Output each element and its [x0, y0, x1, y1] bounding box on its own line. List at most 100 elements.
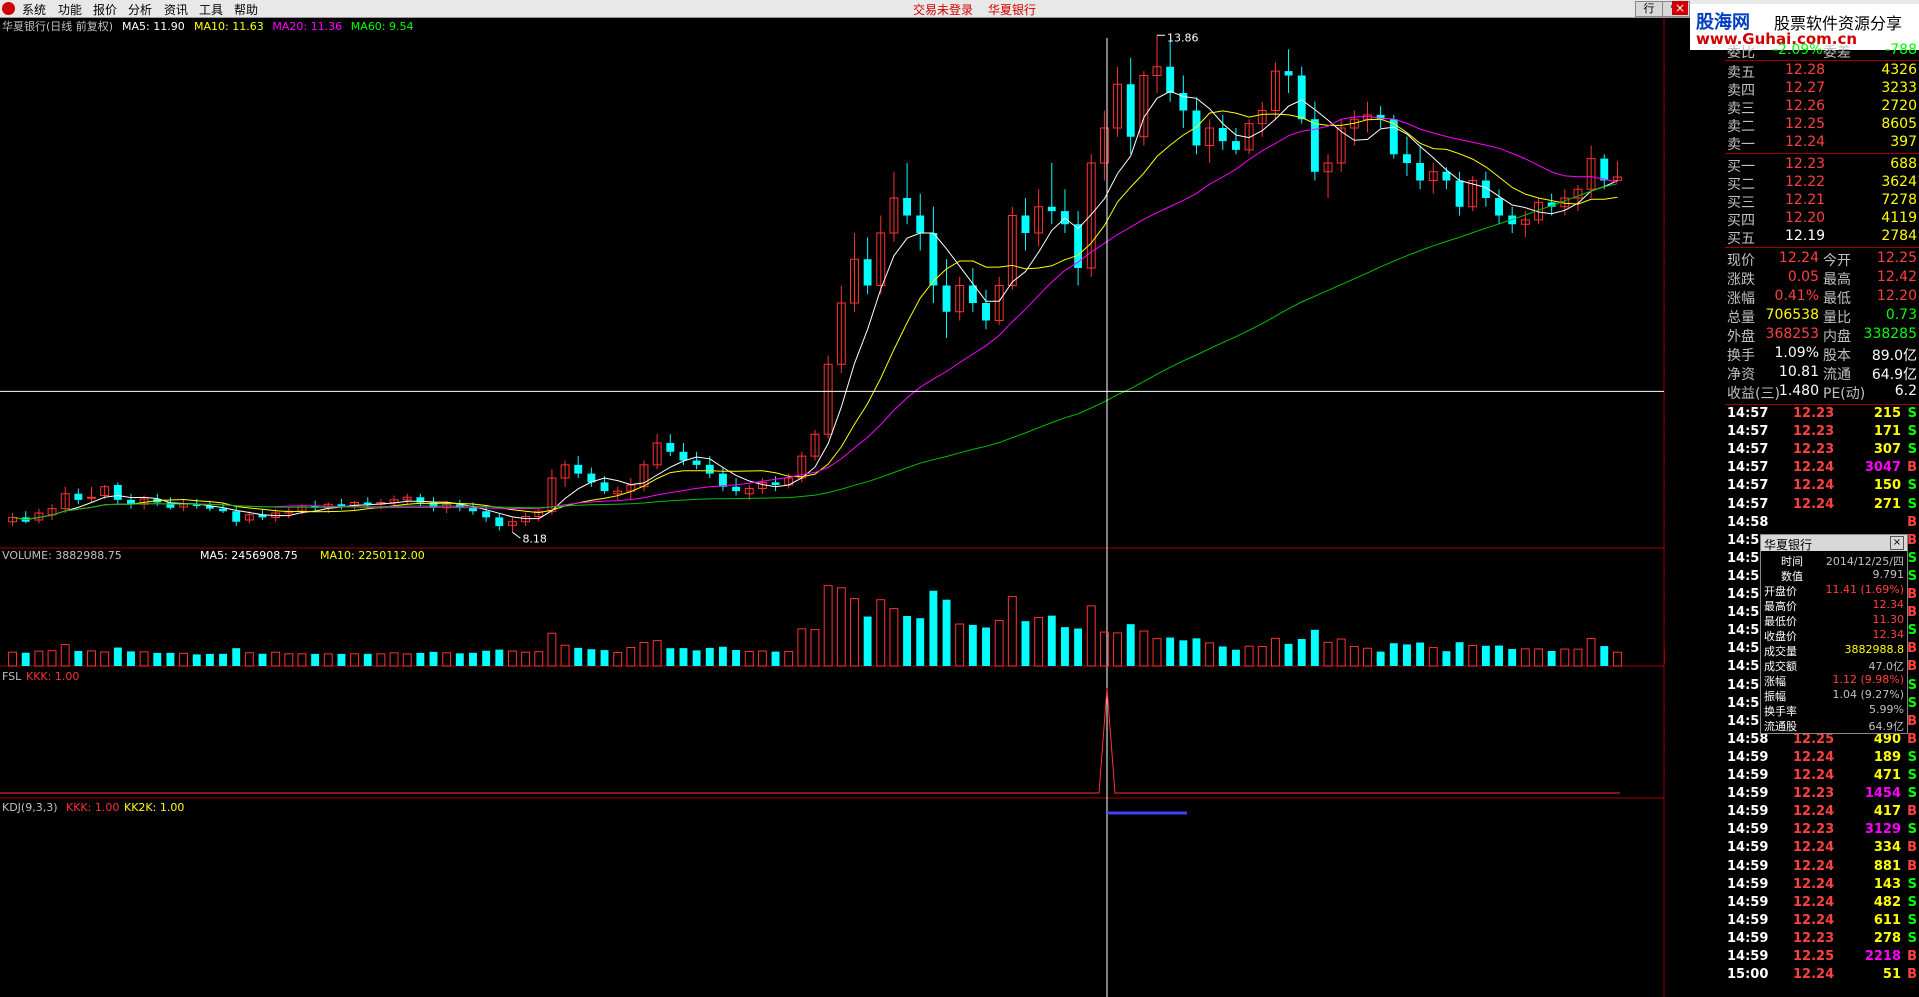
tab-quote-1[interactable]: 行: [1635, 1, 1663, 17]
volume-bar: [916, 618, 925, 666]
volume-bar: [639, 642, 649, 667]
app-logo-icon[interactable]: [2, 2, 15, 15]
volume-bar: [613, 651, 623, 667]
sell-price: 12.25: [1785, 116, 1826, 132]
candle-body: [1192, 110, 1201, 146]
volume-bar: [1179, 640, 1188, 666]
trade-side: S: [1907, 876, 1917, 892]
volume-bar: [74, 650, 83, 666]
stat-value-2: 89.0亿: [1871, 348, 1917, 364]
trade-volume: 51: [1882, 967, 1901, 983]
volume-bar: [1586, 638, 1596, 667]
trade-price: 12.24: [1793, 876, 1835, 892]
trade-tick-row: 14:57 12.24 150 S: [1725, 478, 1919, 496]
stat-label-2: 量比: [1823, 310, 1851, 326]
candle-body: [679, 451, 688, 461]
volume-bar: [482, 650, 491, 666]
volume-bar: [744, 650, 754, 667]
tooltip-value: 11.41 (1.69%): [1825, 583, 1904, 596]
stat-label: 净资: [1727, 367, 1755, 383]
volume-bar: [718, 646, 727, 666]
volume-bar: [60, 644, 70, 667]
volume-bar: [521, 651, 531, 667]
fsl-kkk-label: KKK: 1.00: [26, 670, 79, 683]
trade-volume: 2218: [1864, 949, 1901, 964]
trade-time: 14:59: [1727, 804, 1769, 820]
volume-bar: [113, 647, 122, 666]
menu-tools[interactable]: 工具: [199, 1, 223, 18]
trade-volume: 881: [1873, 858, 1901, 874]
ma-legend-3: MA60: 9.54: [351, 20, 414, 33]
trade-volume: 1454: [1864, 786, 1901, 802]
volume-bar: [219, 653, 227, 666]
candle-body: [232, 511, 241, 522]
quote-stat-row: 现价 12.24 今开 12.25: [1725, 250, 1919, 269]
candle-body: [219, 508, 227, 512]
trade-login-status[interactable]: 交易未登录: [913, 1, 973, 18]
volume-bar: [652, 640, 662, 667]
trade-tick-row: 14:57 12.23 215 S: [1725, 406, 1919, 424]
tooltip-value: 5.99%: [1869, 703, 1904, 716]
trade-volume: 150: [1873, 478, 1901, 494]
stat-label: 涨跌: [1727, 272, 1755, 288]
candle-body: [1166, 66, 1175, 93]
trade-volume: 334: [1873, 840, 1901, 856]
trade-price: 12.24: [1793, 768, 1835, 783]
kline-chart[interactable]: 13.5013.2513.0012.7512.5012.2512.0011.75…: [0, 18, 1665, 997]
tooltip-close-icon[interactable]: ×: [1890, 536, 1904, 550]
volume-bar: [692, 650, 701, 666]
menu-function[interactable]: 功能: [58, 1, 82, 18]
trade-price: 12.23: [1793, 406, 1835, 421]
order-book-sell-row: 卖三 12.26 2720: [1725, 98, 1919, 117]
trade-time: 14:59: [1727, 949, 1769, 964]
volume-bar: [1205, 642, 1215, 667]
buy-price: 12.23: [1785, 156, 1826, 172]
tooltip-label: 时间: [1781, 555, 1803, 568]
kdj-panel-title: KDJ(9,3,3): [2, 801, 58, 814]
candle-body: [1455, 180, 1464, 207]
menu-news[interactable]: 资讯: [164, 1, 188, 18]
candle-body: [1416, 163, 1425, 181]
tooltip-value: 2014/12/25/四: [1825, 555, 1904, 568]
close-button[interactable]: ×: [1672, 1, 1688, 15]
stat-value-2: 12.42: [1876, 269, 1917, 285]
trade-side: S: [1907, 912, 1917, 928]
tooltip-value: 47.0亿: [1868, 660, 1905, 673]
tooltip-label: 最高价: [1764, 600, 1797, 613]
menu-help[interactable]: 帮助: [234, 1, 258, 18]
candle-body: [705, 464, 714, 474]
trade-time: 14:59: [1727, 876, 1769, 892]
volume-bar: [836, 587, 846, 667]
volume-bar: [1284, 643, 1293, 666]
ma60-line: [12, 183, 1618, 521]
tooltip-label: 开盘价: [1764, 585, 1797, 598]
order-book-sell-row: 卖四 12.27 3233: [1725, 80, 1919, 99]
trade-tick-row: 14:58 B: [1725, 515, 1919, 533]
menu-analysis[interactable]: 分析: [128, 1, 152, 18]
volume-ma5-label: MA5: 2456908.75: [200, 549, 298, 562]
menu-quote[interactable]: 报价: [93, 1, 117, 18]
volume-bar: [153, 652, 162, 666]
candle-body: [718, 473, 727, 487]
candle-body: [482, 511, 491, 518]
tooltip-titlebar[interactable]: 华夏银行 ×: [1761, 535, 1907, 552]
menu-system[interactable]: 系统: [22, 1, 46, 18]
trade-side: B: [1907, 858, 1917, 874]
trade-side: B: [1907, 460, 1917, 476]
trade-side: S: [1907, 786, 1917, 802]
volume-bar: [1074, 628, 1083, 666]
volume-bar: [416, 652, 425, 666]
volume-bar: [1336, 638, 1346, 667]
trade-side: B: [1907, 587, 1917, 602]
tooltip-label: 成交量: [1764, 645, 1797, 658]
tooltip-label: 数值: [1781, 570, 1803, 583]
quote-stat-row: 外盘 368253 内盘 338285: [1725, 326, 1919, 345]
candle-body: [1284, 71, 1293, 76]
candle-body: [113, 485, 122, 500]
volume-bar: [955, 623, 965, 667]
trade-time: 14:57: [1727, 406, 1769, 421]
candle-body: [1126, 84, 1135, 137]
quote-sidebar: 委比 -2.09% 委差 -788 卖五 12.28 4326 卖四 12.27 3233 卖三 12…: [1725, 42, 1919, 997]
stat-label-2: 流通: [1823, 367, 1851, 383]
sell-price: 12.27: [1785, 80, 1826, 96]
